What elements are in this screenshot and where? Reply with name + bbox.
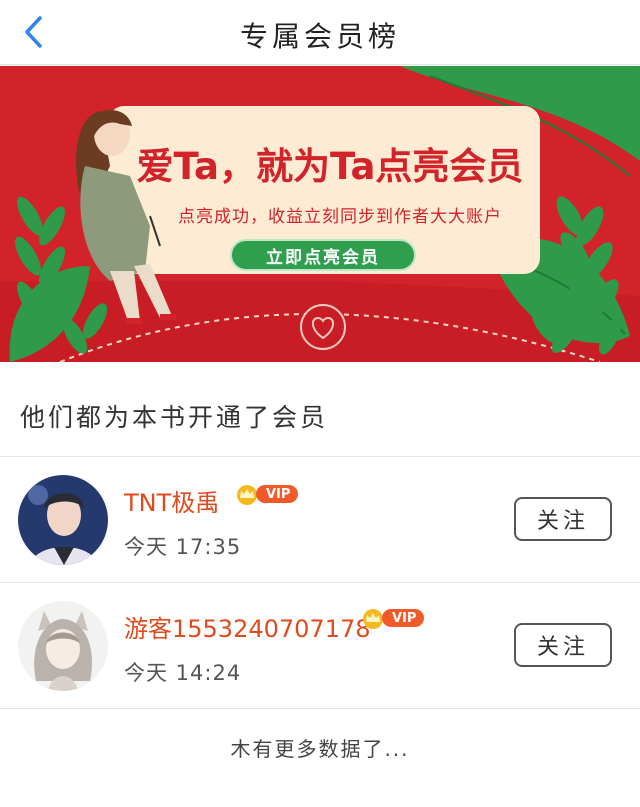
member-row: 游客1553240707178 VIP 今天 14:24 关注 (0, 583, 640, 707)
section-title: 他们都为本书开通了会员 (20, 403, 329, 432)
no-more-data-text: 木有更多数据了... (230, 737, 410, 761)
banner-subtitle: 点亮成功，收益立刻同步到作者大大账户 (178, 207, 502, 227)
heart-seal-icon (300, 304, 346, 350)
avatar[interactable] (18, 475, 108, 565)
banner-headline: 爱Ta，就为Ta点亮会员 (136, 145, 524, 188)
member-time: 今天 17:35 (124, 535, 242, 559)
page-title: 专属会员榜 (239, 20, 400, 53)
vip-badge: VIP (234, 483, 299, 505)
light-up-membership-button[interactable]: 立即点亮会员 (230, 239, 416, 271)
follow-button[interactable]: 关注 (514, 497, 612, 541)
vip-label: VIP (256, 485, 299, 503)
top-bar: 专属会员榜 (0, 0, 640, 65)
member-name[interactable]: 游客1553240707178 (124, 609, 371, 644)
follow-button[interactable]: 关注 (514, 623, 612, 667)
member-name[interactable]: TNT极禹 (124, 483, 219, 518)
divider (0, 708, 640, 709)
vip-label: VIP (382, 609, 425, 627)
promo-banner[interactable]: 爱Ta，就为Ta点亮会员 点亮成功，收益立刻同步到作者大大账户 立即点亮会员 (0, 66, 640, 362)
member-time: 今天 14:24 (124, 661, 242, 685)
avatar[interactable] (18, 601, 108, 691)
member-row: TNT极禹 VIP 今天 17:35 关注 (0, 457, 640, 581)
vip-badge: VIP (360, 607, 425, 629)
